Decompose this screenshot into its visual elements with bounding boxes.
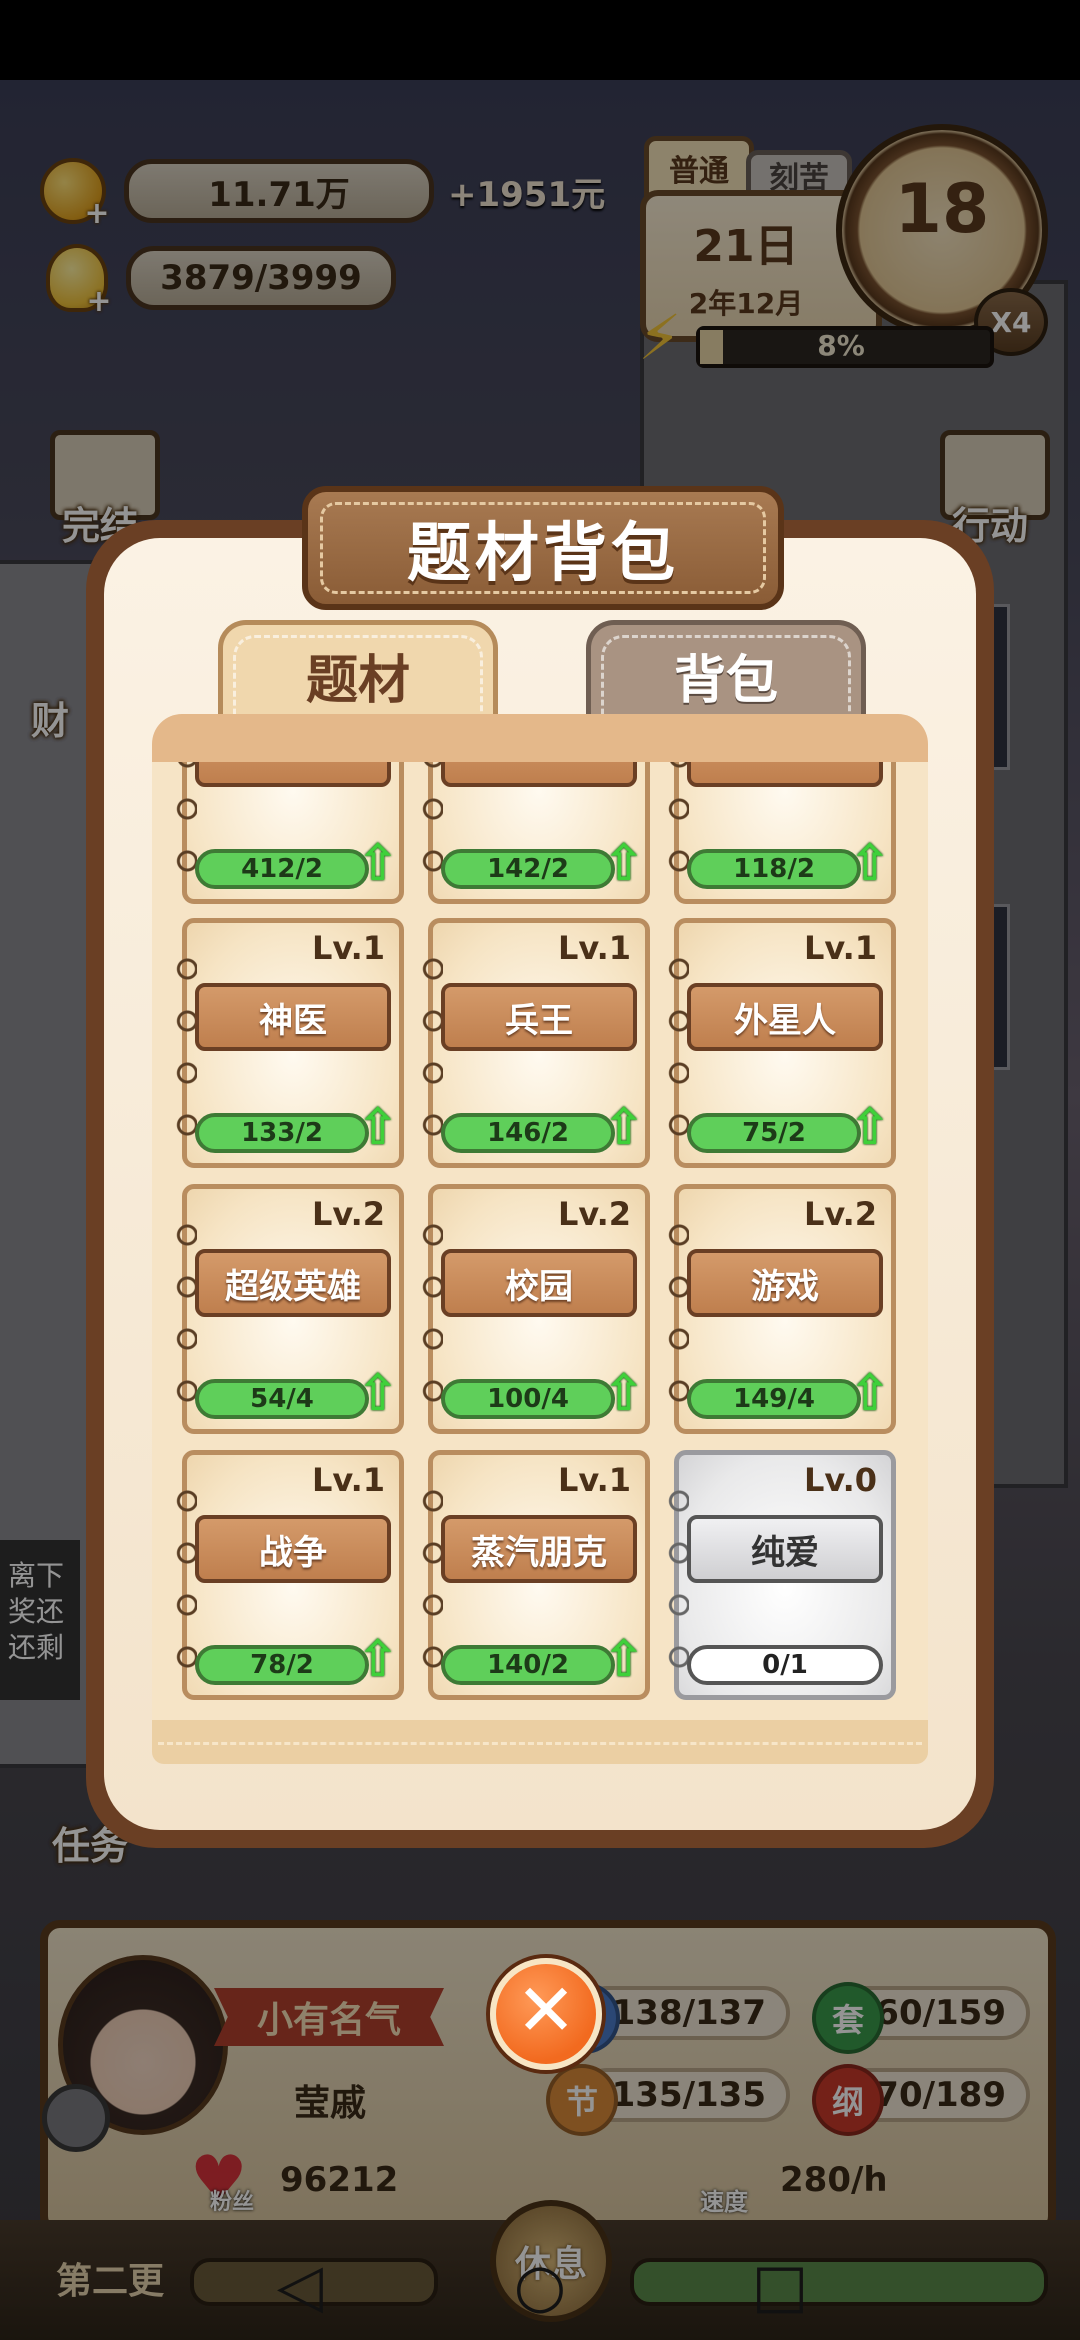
topic-name [687,762,883,787]
binder-rings [665,943,689,1153]
upgrade-arrow-icon[interactable]: ⇧ [849,1367,891,1419]
topic-name: 纯爱 [687,1515,883,1583]
system-navbar: ◁ ○ □ [0,2232,1080,2340]
topic-level: Lv.1 [311,1461,385,1499]
topic-level: Lv.1 [311,929,385,967]
binder-rings [419,943,443,1153]
recents-icon[interactable]: □ [735,2246,825,2326]
close-button[interactable]: ✕ [490,1958,602,2070]
upgrade-arrow-icon[interactable]: ⇧ [603,837,645,889]
topic-name: 神医 [195,983,391,1051]
binder-rings [419,762,443,889]
home-icon[interactable]: ○ [495,2246,585,2326]
back-icon[interactable]: ◁ [255,2246,345,2326]
topic-card[interactable]: Lv.2 游戏 149/4 ⇧ [665,1184,896,1434]
tab-topics[interactable]: 题材 [218,620,498,725]
topic-progress: 412/2 [195,849,369,889]
binder-rings [173,1209,197,1419]
topic-card[interactable]: 142/2 ⇧ [419,762,650,904]
topic-progress: 75/2 [687,1113,861,1153]
binder-rings [665,762,689,889]
modal-title-plate: 题材背包 [302,486,784,610]
topic-progress: 140/2 [441,1645,615,1685]
topic-level: Lv.0 [803,1461,877,1499]
binder-rings [419,1475,443,1685]
topic-name: 蒸汽朋克 [441,1515,637,1583]
topic-progress: 118/2 [687,849,861,889]
upgrade-arrow-icon[interactable]: ⇧ [603,1367,645,1419]
topic-progress: 149/4 [687,1379,861,1419]
topic-progress: 78/2 [195,1645,369,1685]
topic-card[interactable]: 118/2 ⇧ [665,762,896,904]
upgrade-arrow-icon[interactable]: ⇧ [357,1633,399,1685]
topic-name: 校园 [441,1249,637,1317]
status-bar [0,0,1080,80]
topic-name: 兵王 [441,983,637,1051]
topic-level: Lv.1 [803,929,877,967]
topic-card[interactable]: Lv.1 战争 78/2 ⇧ [173,1450,404,1700]
topic-name [441,762,637,787]
binder-rings [173,943,197,1153]
topic-progress: 0/1 [687,1645,883,1685]
tab-bag[interactable]: 背包 [586,620,866,725]
topic-name: 超级英雄 [195,1249,391,1317]
topic-progress: 133/2 [195,1113,369,1153]
topic-level: Lv.2 [803,1195,877,1233]
upgrade-arrow-icon[interactable]: ⇧ [357,1367,399,1419]
topic-card[interactable]: Lv.1 兵王 146/2 ⇧ [419,918,650,1168]
topic-card[interactable]: Lv.1 神医 133/2 ⇧ [173,918,404,1168]
list-footer [152,1720,928,1764]
topic-level: Lv.2 [557,1195,631,1233]
topic-name: 战争 [195,1515,391,1583]
upgrade-arrow-icon[interactable]: ⇧ [849,837,891,889]
topic-name: 游戏 [687,1249,883,1317]
topic-progress: 146/2 [441,1113,615,1153]
binder-rings [173,762,197,889]
topic-level: Lv.1 [557,1461,631,1499]
topic-level: Lv.2 [311,1195,385,1233]
topic-name [195,762,391,787]
topic-progress: 142/2 [441,849,615,889]
upgrade-arrow-icon[interactable]: ⇧ [849,1101,891,1153]
topic-card[interactable]: Lv.1 蒸汽朋克 140/2 ⇧ [419,1450,650,1700]
binder-rings [419,1209,443,1419]
topic-card[interactable]: Lv.1 外星人 75/2 ⇧ [665,918,896,1168]
list-header [152,714,928,762]
topic-progress: 54/4 [195,1379,369,1419]
upgrade-arrow-icon[interactable]: ⇧ [357,837,399,889]
topic-card[interactable]: Lv.0 纯爱 0/1 [665,1450,896,1700]
topic-card[interactable]: 412/2 ⇧ [173,762,404,904]
upgrade-arrow-icon[interactable]: ⇧ [603,1633,645,1685]
topic-card[interactable]: Lv.2 超级英雄 54/4 ⇧ [173,1184,404,1434]
binder-rings [665,1475,689,1685]
topic-progress: 100/4 [441,1379,615,1419]
binder-rings [665,1209,689,1419]
binder-rings [173,1475,197,1685]
topic-grid[interactable]: 412/2 ⇧ 142/2 ⇧ 118/2 ⇧ Lv.1 神医 133/2 ⇧ Lv.1 兵王 146/… [152,762,928,1722]
topic-card[interactable]: Lv.2 校园 100/4 ⇧ [419,1184,650,1434]
modal-title: 题材背包 [407,517,679,591]
upgrade-arrow-icon[interactable]: ⇧ [603,1101,645,1153]
topic-level: Lv.1 [557,929,631,967]
upgrade-arrow-icon[interactable]: ⇧ [357,1101,399,1153]
topic-name: 外星人 [687,983,883,1051]
